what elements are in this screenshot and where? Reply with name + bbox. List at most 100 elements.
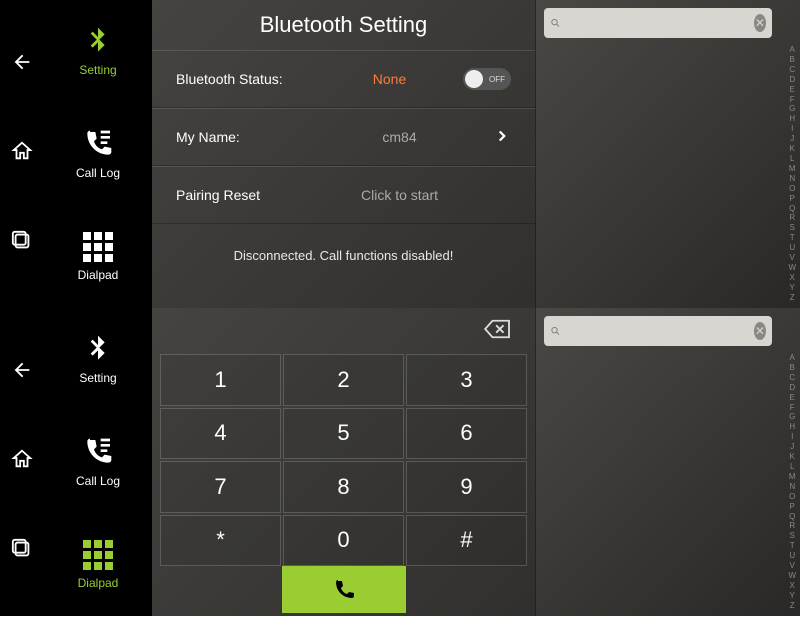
home-icon[interactable] [11,448,33,475]
recent-icon[interactable] [11,538,33,565]
alpha-letter[interactable]: L [788,463,796,471]
alpha-letter[interactable]: O [788,185,796,193]
call-button[interactable] [282,566,406,613]
alpha-letter[interactable]: S [788,224,796,232]
alpha-letter[interactable]: Z [788,294,796,302]
alpha-letter[interactable]: D [788,384,796,392]
key-6[interactable]: 6 [406,408,527,460]
alpha-letter[interactable]: H [788,423,796,431]
alpha-letter[interactable]: M [788,473,796,481]
alpha-letter[interactable]: I [788,433,796,441]
alpha-letter[interactable]: S [788,532,796,540]
nav-call-log[interactable]: Call Log [44,103,152,206]
key-0[interactable]: 0 [283,515,404,567]
page-title: Bluetooth Setting [152,0,535,50]
search-bar[interactable]: ✕ [544,316,772,346]
row-bt-status: Bluetooth Status: None OFF [152,50,535,108]
alpha-letter[interactable]: R [788,214,796,222]
toggle-knob [465,70,483,88]
alpha-letter[interactable]: Y [788,592,796,600]
search-icon [550,323,561,339]
key-1[interactable]: 1 [160,354,281,406]
key-3[interactable]: 3 [406,354,527,406]
alpha-letter[interactable]: M [788,165,796,173]
alpha-letter[interactable]: K [788,453,796,461]
key-4[interactable]: 4 [160,408,281,460]
key-9[interactable]: 9 [406,461,527,513]
search-clear-icon[interactable]: ✕ [754,14,766,32]
alpha-letter[interactable]: U [788,552,796,560]
nav-setting[interactable]: Setting [44,308,152,411]
alpha-letter[interactable]: K [788,145,796,153]
alpha-letter[interactable]: U [788,244,796,252]
alpha-letter[interactable]: E [788,394,796,402]
alpha-letter[interactable]: A [788,46,796,54]
alpha-letter[interactable]: J [788,135,796,143]
alpha-letter[interactable]: J [788,443,796,451]
search-input[interactable] [561,323,754,339]
recent-icon[interactable] [11,230,33,257]
nav-call-log-label: Call Log [76,166,120,180]
alpha-letter[interactable]: P [788,195,796,203]
key-5[interactable]: 5 [283,408,404,460]
alpha-letter[interactable]: E [788,86,796,94]
alpha-letter[interactable]: P [788,503,796,511]
alpha-letter[interactable]: W [788,264,796,272]
alpha-letter[interactable]: V [788,562,796,570]
alpha-letter[interactable]: H [788,115,796,123]
disconnected-message: Disconnected. Call functions disabled! [152,224,535,287]
alpha-letter[interactable]: I [788,125,796,133]
back-icon[interactable] [11,51,33,78]
alpha-letter[interactable]: F [788,404,796,412]
nav-dialpad[interactable]: Dialpad [44,205,152,308]
bt-toggle[interactable]: OFF [463,68,511,90]
alpha-letter[interactable]: D [788,76,796,84]
alpha-letter[interactable]: F [788,96,796,104]
alpha-letter[interactable]: B [788,56,796,64]
key-7[interactable]: 7 [160,461,281,513]
key-2[interactable]: 2 [283,354,404,406]
search-clear-icon[interactable]: ✕ [754,322,766,340]
nav-call-log[interactable]: Call Log [44,411,152,514]
alpha-letter[interactable]: T [788,542,796,550]
search-input[interactable] [561,15,754,31]
alpha-letter[interactable]: Z [788,602,796,610]
alpha-letter[interactable]: G [788,105,796,113]
nav-dialpad[interactable]: Dialpad [44,513,152,616]
back-icon[interactable] [11,359,33,386]
alpha-letter[interactable]: Q [788,205,796,213]
nav-call-log-label: Call Log [76,474,120,488]
my-name-label: My Name: [176,129,316,145]
alpha-letter[interactable]: C [788,66,796,74]
alpha-letter[interactable]: R [788,522,796,530]
row-pairing-reset[interactable]: Pairing Reset Click to start [152,166,535,224]
alpha-letter[interactable]: B [788,364,796,372]
alpha-letter[interactable]: C [788,374,796,382]
my-name-value: cm84 [316,129,483,145]
nav-setting[interactable]: Setting [44,0,152,103]
alpha-letter[interactable]: X [788,582,796,590]
alpha-letter[interactable]: A [788,354,796,362]
alpha-letter[interactable]: V [788,254,796,262]
alpha-letter[interactable]: W [788,572,796,580]
row-my-name[interactable]: My Name: cm84 [152,108,535,166]
alpha-letter[interactable]: Y [788,284,796,292]
alpha-letter[interactable]: O [788,493,796,501]
search-bar[interactable]: ✕ [544,8,772,38]
alpha-index[interactable]: ABCDEFGHIJKLMNOPQRSTUVWXYZ [788,354,796,610]
backspace-icon[interactable] [483,318,513,345]
key-star[interactable]: * [160,515,281,567]
home-icon[interactable] [11,140,33,167]
alpha-letter[interactable]: X [788,274,796,282]
key-8[interactable]: 8 [283,461,404,513]
dial-display [152,308,535,354]
alpha-letter[interactable]: Q [788,513,796,521]
key-hash[interactable]: # [406,515,527,567]
alpha-letter[interactable]: T [788,234,796,242]
phone-icon [332,578,356,602]
alpha-letter[interactable]: N [788,175,796,183]
alpha-letter[interactable]: N [788,483,796,491]
alpha-letter[interactable]: G [788,413,796,421]
alpha-index[interactable]: ABCDEFGHIJKLMNOPQRSTUVWXYZ [788,46,796,302]
alpha-letter[interactable]: L [788,155,796,163]
